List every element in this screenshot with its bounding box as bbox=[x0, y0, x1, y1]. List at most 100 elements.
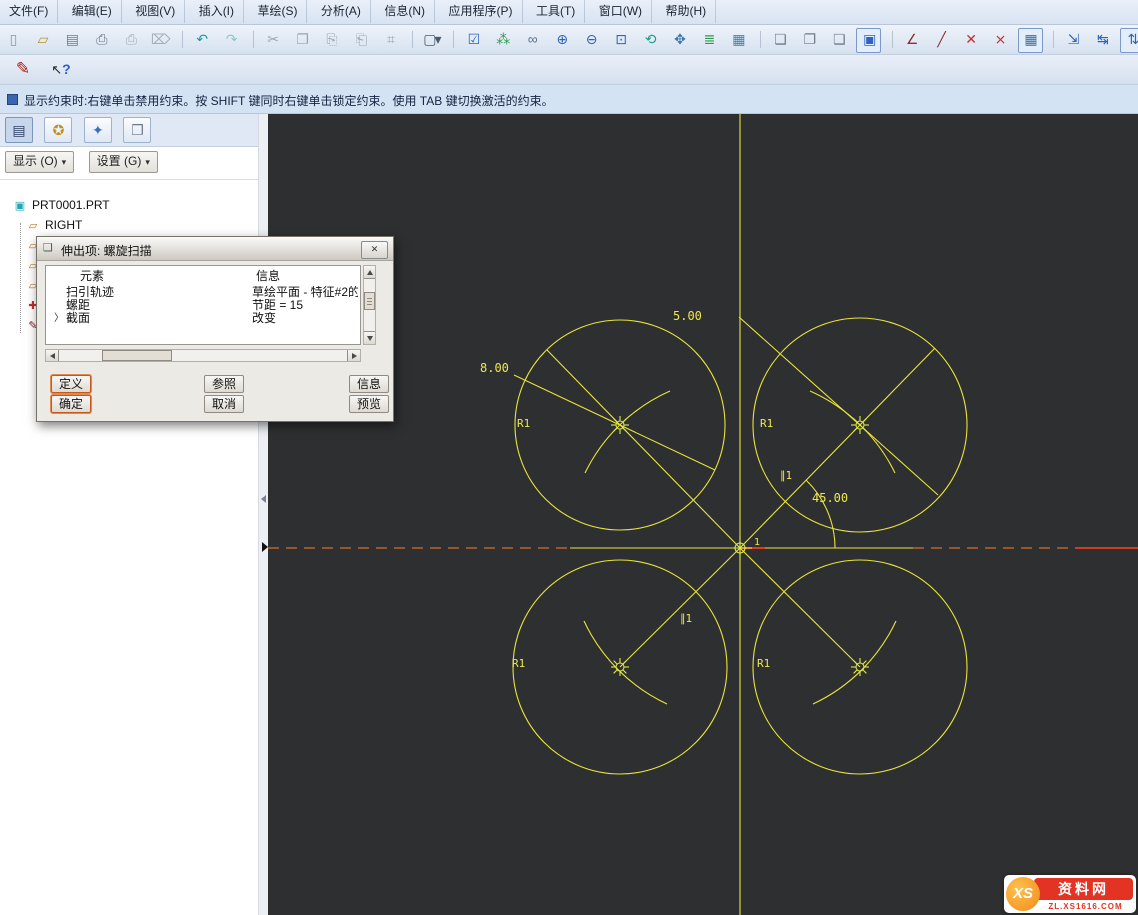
references-button[interactable]: 参照 bbox=[204, 375, 244, 393]
menu-sketch[interactable]: 草绘(S) bbox=[248, 0, 307, 23]
menu-applications[interactable]: 应用程序(P) bbox=[440, 0, 523, 23]
vertex-display-icon[interactable]: ⁂ bbox=[491, 28, 514, 51]
parallel-constraint-bottom[interactable]: ∥1 bbox=[680, 612, 692, 625]
model-info-icon[interactable]: ▦ bbox=[726, 28, 749, 51]
dimension-5[interactable]: 5.00 bbox=[673, 309, 702, 323]
constraint-display-icon[interactable]: ☑ bbox=[461, 28, 484, 51]
horizontal-scrollbar[interactable] bbox=[45, 349, 361, 362]
watermark: XS 资料网 ZL.XS1616.COM bbox=[1004, 875, 1136, 913]
spec-display-icon[interactable]: ∞ bbox=[520, 28, 543, 51]
sketch-geometry[interactable] bbox=[268, 113, 1138, 915]
dialog-title-bar[interactable]: ❏ 伸出项: 螺旋扫描 ✕ bbox=[37, 237, 393, 261]
radius-constraint-bl[interactable]: R1 bbox=[512, 657, 525, 670]
grid-display-icon[interactable]: ▦ bbox=[1018, 28, 1043, 53]
element-info: 草绘平面 - 特征#2的 bbox=[252, 286, 358, 299]
element-row[interactable]: 螺距 节距 = 15 bbox=[46, 299, 360, 312]
layers-icon[interactable]: ≣ bbox=[697, 28, 720, 51]
secondary-toolbar: ✎ ↖? bbox=[0, 55, 1138, 85]
dimension-leader-5 bbox=[739, 317, 938, 495]
element-row[interactable]: 〉 截面 改变 bbox=[46, 312, 360, 325]
radius-leader-8 bbox=[514, 375, 715, 470]
cut-icon[interactable]: ✂ bbox=[261, 28, 284, 51]
menu-tools[interactable]: 工具(T) bbox=[527, 0, 585, 23]
menu-analysis[interactable]: 分析(A) bbox=[312, 0, 371, 23]
connections-tab[interactable]: ❒ bbox=[123, 117, 151, 143]
dimension-8[interactable]: 8.00 bbox=[480, 361, 509, 375]
scroll-thumb[interactable] bbox=[364, 292, 375, 310]
vertical-scrollbar[interactable] bbox=[363, 265, 376, 345]
show-dropdown[interactable]: 显示 (O)▾ bbox=[5, 151, 74, 173]
undo-icon[interactable]: ↶ bbox=[190, 28, 213, 51]
fit-width-icon[interactable]: ↹ bbox=[1090, 28, 1113, 51]
menu-help[interactable]: 帮助(H) bbox=[657, 0, 717, 23]
line-tool-icon[interactable]: ╱ bbox=[929, 28, 952, 51]
tree-item-part[interactable]: ▣PRT0001.PRT bbox=[0, 195, 258, 215]
delete-segment-icon[interactable]: ⌗ bbox=[378, 28, 401, 51]
erase-icon[interactable]: ⌦ bbox=[148, 28, 171, 51]
expander-icon[interactable]: 〉 bbox=[54, 312, 64, 325]
tree-item-right-plane[interactable]: ▱RIGHT bbox=[0, 215, 258, 235]
menu-view[interactable]: 视图(V) bbox=[126, 0, 185, 23]
radius-constraint-tl[interactable]: R1 bbox=[517, 417, 530, 430]
window-cascade-icon[interactable]: ❏ bbox=[768, 28, 791, 51]
window-tile-icon[interactable]: ❐ bbox=[797, 28, 820, 51]
fit-screen-icon[interactable]: ⇲ bbox=[1061, 28, 1084, 51]
radius-constraint-br[interactable]: R1 bbox=[757, 657, 770, 670]
sketcher-mode-icon[interactable]: ✎ bbox=[10, 57, 36, 81]
preview-button[interactable]: 预览 bbox=[349, 395, 389, 413]
delete-x-icon[interactable]: ✕ bbox=[959, 28, 982, 51]
paste-special-icon[interactable]: ⎗ bbox=[349, 28, 372, 51]
sketch-entities[interactable] bbox=[513, 113, 967, 915]
element-row[interactable]: 扫引轨迹 草绘平面 - 特征#2的 bbox=[46, 286, 360, 299]
paste-icon[interactable]: ⎘ bbox=[320, 28, 343, 51]
print-icon[interactable]: ⎙ bbox=[89, 28, 112, 51]
collapse-left-icon[interactable] bbox=[261, 495, 266, 503]
favorites-tab[interactable]: ✦ bbox=[84, 117, 112, 143]
refit-icon[interactable]: ⟲ bbox=[638, 28, 661, 51]
dimension-45[interactable]: 45.00 bbox=[812, 491, 848, 505]
save-icon[interactable]: ▤ bbox=[60, 28, 83, 51]
menu-window[interactable]: 窗口(W) bbox=[590, 0, 652, 23]
copy-icon[interactable]: ❐ bbox=[290, 28, 313, 51]
main-area: ▤ ✪ ✦ ❒ 显示 (O)▾ 设置 (G)▾ ▣PRT000 bbox=[0, 113, 1138, 915]
scroll-down-icon[interactable] bbox=[364, 331, 375, 344]
model-tree-tab[interactable]: ▤ bbox=[5, 117, 33, 143]
fit-selected-icon[interactable]: ⇅ bbox=[1120, 28, 1138, 53]
menu-insert[interactable]: 插入(I) bbox=[190, 0, 244, 23]
cancel-button[interactable]: 取消 bbox=[204, 395, 244, 413]
new-file-icon[interactable]: ▯ bbox=[1, 28, 24, 51]
close-button[interactable]: ✕ bbox=[361, 241, 388, 259]
scroll-left-icon[interactable] bbox=[46, 350, 59, 361]
info-button[interactable]: 信息 bbox=[349, 375, 389, 393]
parallel-constraint-top[interactable]: ∥1 bbox=[780, 469, 792, 482]
trim-x-icon[interactable]: ⨯ bbox=[988, 28, 1011, 51]
menu-file[interactable]: 文件(F) bbox=[0, 0, 58, 23]
corner-tool-icon[interactable]: ∠ bbox=[900, 28, 923, 51]
window-active-icon[interactable]: ▣ bbox=[856, 28, 881, 53]
folder-browser-tab[interactable]: ✪ bbox=[44, 117, 72, 143]
element-rows: 扫引轨迹 草绘平面 - 特征#2的 螺距 节距 = 15 〉 截面 bbox=[46, 286, 360, 325]
select-items-icon[interactable]: ▢▾ bbox=[420, 28, 443, 51]
redo-icon[interactable]: ↷ bbox=[219, 28, 242, 51]
scroll-right-icon[interactable] bbox=[347, 350, 360, 361]
settings-dropdown[interactable]: 设置 (G)▾ bbox=[89, 151, 158, 173]
open-file-icon[interactable]: ▱ bbox=[30, 28, 53, 51]
menu-edit[interactable]: 编辑(E) bbox=[63, 0, 122, 23]
zoom-window-icon[interactable]: ⊡ bbox=[609, 28, 632, 51]
question-mark-icon: ? bbox=[62, 61, 71, 77]
window-new-icon[interactable]: ❏ bbox=[827, 28, 850, 51]
prompt-icon bbox=[7, 94, 18, 105]
menu-info[interactable]: 信息(N) bbox=[375, 0, 435, 23]
ok-button[interactable]: 确定 bbox=[51, 395, 91, 413]
orient-icon[interactable]: ✥ bbox=[668, 28, 691, 51]
context-help-icon[interactable]: ↖? bbox=[48, 57, 74, 81]
menu-bar: 文件(F) 编辑(E) 视图(V) 插入(I) 草绘(S) 分析(A) 信息(N… bbox=[0, 0, 1138, 25]
scroll-up-icon[interactable] bbox=[364, 266, 375, 279]
scroll-thumb[interactable] bbox=[102, 350, 172, 361]
print-preview-icon[interactable]: ⎙ bbox=[119, 28, 142, 51]
zoom-out-icon[interactable]: ⊖ bbox=[579, 28, 602, 51]
graphics-canvas[interactable]: 5.00 8.00 45.00 R1 R1 R1 R1 ∥1 ∥1 1 XS 资… bbox=[268, 113, 1138, 915]
zoom-in-icon[interactable]: ⊕ bbox=[550, 28, 573, 51]
define-button[interactable]: 定义 bbox=[51, 375, 91, 393]
radius-constraint-tr[interactable]: R1 bbox=[760, 417, 773, 430]
